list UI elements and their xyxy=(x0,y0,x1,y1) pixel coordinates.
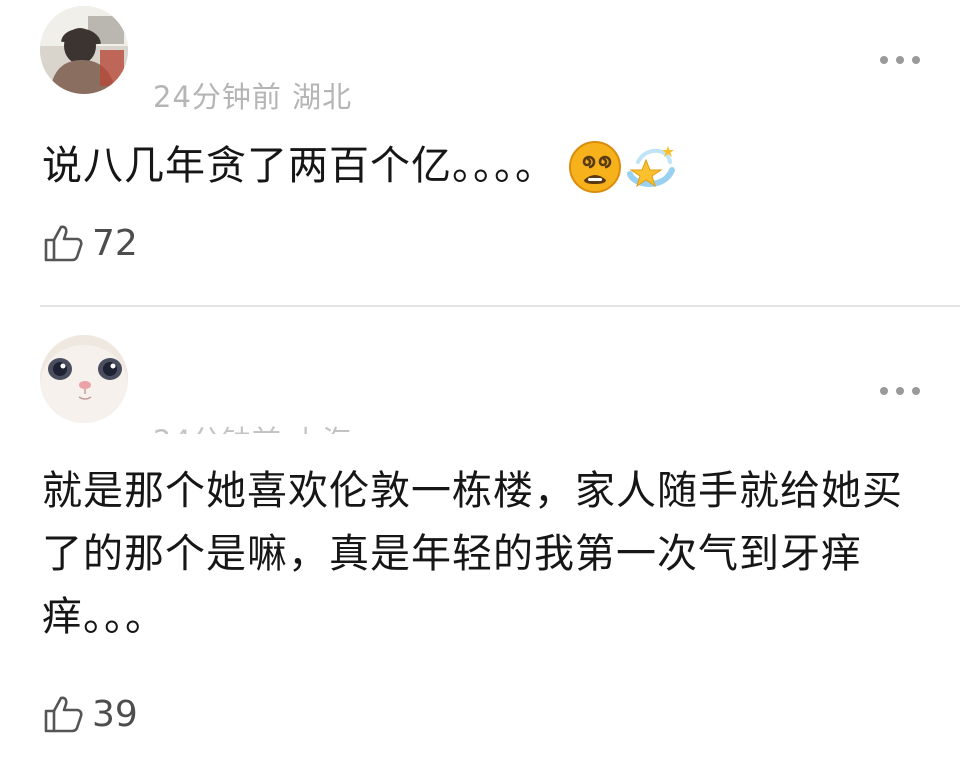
like-button[interactable]: 39 xyxy=(42,693,138,735)
more-dots-icon[interactable] xyxy=(880,54,920,66)
avatar[interactable] xyxy=(40,335,128,423)
like-count: 72 xyxy=(92,222,138,264)
like-button[interactable]: 72 xyxy=(42,222,138,264)
comment-text: 说八几年贪了两百个亿。。。。 xyxy=(42,143,556,189)
comment-meta: 24分钟前 上海 xyxy=(153,410,352,434)
thumbs-up-icon xyxy=(44,225,83,262)
thumbs-up-icon xyxy=(44,696,83,733)
comment-location: 湖北 xyxy=(292,80,353,114)
dizzy-star-emoji xyxy=(627,145,675,187)
more-dots-icon[interactable] xyxy=(880,385,920,397)
comment-text-wrap: 说八几年贪了两百个亿。。。。 xyxy=(42,135,922,198)
avatar[interactable] xyxy=(40,6,128,94)
comment-time: 24分钟前 xyxy=(153,424,282,434)
comment-item: 24分钟前 湖北 说八几年贪了两百个亿。。。。 72 xyxy=(0,0,960,306)
comment-item: 24分钟前 上海 就是那个她喜欢伦敦一栋楼，家人随手就给她买了的那个是嘛，真是年… xyxy=(0,307,960,782)
comment-location: 上海 xyxy=(292,424,352,434)
comment-time: 24分钟前 xyxy=(153,80,282,114)
comment-text: 就是那个她喜欢伦敦一栋楼，家人随手就给她买了的那个是嘛，真是年轻的我第一次气到牙… xyxy=(42,468,903,640)
like-count: 39 xyxy=(92,693,138,735)
comment-meta: 24分钟前 湖北 xyxy=(153,74,352,116)
dizzy-face-emoji xyxy=(569,140,621,193)
